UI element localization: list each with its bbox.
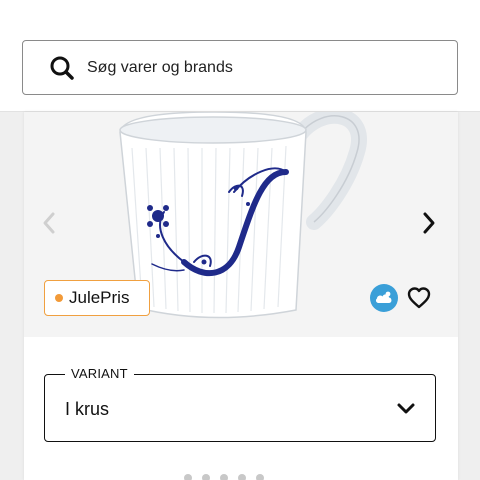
chevron-down-icon[interactable]	[395, 397, 417, 419]
rating-star	[238, 474, 246, 480]
search-icon[interactable]	[49, 55, 75, 81]
heart-icon[interactable]	[405, 284, 433, 312]
product-image-gallery[interactable]: JulePris	[24, 112, 458, 337]
rating-star	[220, 474, 228, 480]
gallery-prev-button[interactable]	[34, 208, 64, 238]
variant-label: VARIANT	[65, 366, 134, 381]
search-input[interactable]	[87, 58, 427, 77]
variant-select[interactable]: VARIANT I krus	[44, 366, 436, 442]
cloud-climate-icon[interactable]	[370, 284, 398, 312]
rating-star	[256, 474, 264, 480]
rating-star	[184, 474, 192, 480]
top-bar	[0, 0, 480, 112]
julepris-badge: JulePris	[44, 280, 150, 316]
badge-dot	[55, 294, 63, 302]
badge-label: JulePris	[69, 288, 130, 307]
chevron-left-icon	[43, 212, 55, 234]
search-bar[interactable]	[22, 40, 458, 95]
rating-stars[interactable]	[184, 474, 264, 480]
rating-star	[202, 474, 210, 480]
gallery-next-button[interactable]	[414, 208, 444, 238]
variant-selected-value[interactable]: I krus	[65, 399, 109, 420]
chevron-right-icon	[423, 212, 435, 234]
product-card: JulePris VARIANT I krus	[24, 112, 458, 480]
